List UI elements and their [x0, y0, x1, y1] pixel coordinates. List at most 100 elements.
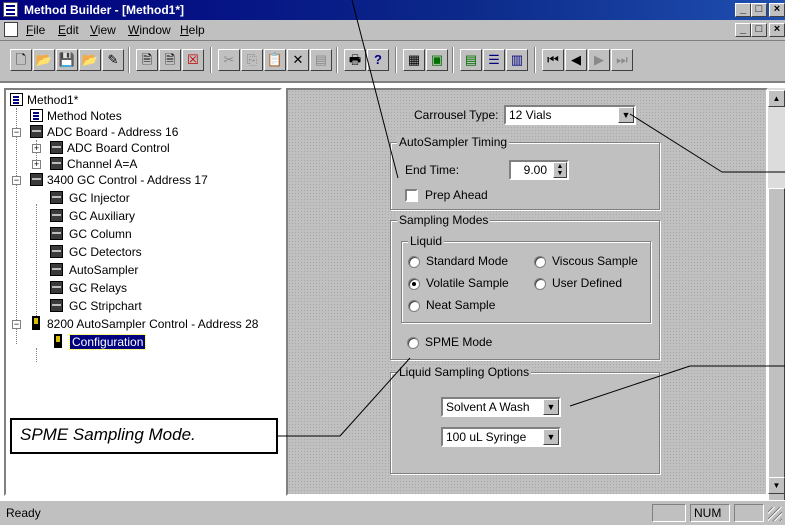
collapse-icon[interactable]: −	[12, 128, 21, 137]
doc-a-button[interactable]: 🗎	[136, 49, 158, 71]
minimize-icon: _	[739, 3, 747, 15]
scroll-up-button[interactable]: ▲	[768, 90, 785, 107]
open-button[interactable]: 📂	[33, 49, 55, 71]
tree-line	[16, 108, 17, 344]
solvent-wash-value: Solvent A Wash	[446, 400, 530, 414]
doc-minimize-button[interactable]: _	[735, 23, 751, 37]
layout-d-button[interactable]: ☰	[483, 49, 505, 71]
tree-item-label: Channel A=A	[67, 157, 138, 171]
method-icon	[10, 93, 23, 106]
doc-b-button[interactable]: 🗎	[159, 49, 181, 71]
doc-close-button[interactable]: ×	[769, 23, 785, 37]
tree-item-adc-board-control[interactable]: + ADC Board Control	[32, 140, 170, 156]
delete-doc-icon: ☒	[187, 52, 199, 67]
open-folder-button[interactable]: 📂	[79, 49, 101, 71]
tree-item-gc-detectors[interactable]: GC Detectors	[50, 244, 142, 260]
tree-item-label: GC Relays	[69, 281, 128, 295]
help-button[interactable]: ?	[367, 49, 389, 71]
doc-restore-icon: □	[755, 23, 763, 35]
app-icon[interactable]	[3, 2, 18, 17]
scroll-down-icon: ▼	[772, 481, 781, 490]
paste-button[interactable]: 📋	[264, 49, 286, 71]
tree-item-gc-column[interactable]: GC Column	[50, 226, 132, 242]
tree-item-gc-stripchart[interactable]: GC Stripchart	[50, 298, 142, 314]
scroll-thumb[interactable]	[768, 188, 785, 504]
expand-icon[interactable]: +	[32, 144, 41, 153]
next-icon: ▶	[594, 52, 604, 67]
resize-grip-icon[interactable]	[768, 507, 782, 521]
chevron-down-icon[interactable]: ▼	[543, 429, 559, 445]
collapse-icon[interactable]: −	[12, 320, 21, 329]
end-time-spinner[interactable]: ▲ ▼	[553, 162, 567, 178]
tree-item-gc-injector[interactable]: GC Injector	[50, 190, 130, 206]
collapse-icon[interactable]: −	[12, 176, 21, 185]
tree-item-gc-relays[interactable]: GC Relays	[50, 280, 127, 296]
doc-restore-button[interactable]: □	[751, 23, 767, 37]
device-icon	[50, 245, 63, 258]
cut-button[interactable]: ✂	[218, 49, 240, 71]
menu-view[interactable]: View	[90, 23, 116, 37]
tree-root-label: Method1*	[27, 93, 79, 107]
delete-button[interactable]: ✕	[287, 49, 309, 71]
neat-sample-radio[interactable]	[408, 300, 420, 312]
close-button[interactable]: ×	[769, 3, 785, 17]
document-icon[interactable]	[4, 22, 18, 37]
menu-edit[interactable]: Edit	[58, 23, 79, 37]
tree-root[interactable]: Method1*	[10, 92, 78, 108]
menu-help[interactable]: Help	[180, 23, 205, 37]
chevron-down-icon[interactable]: ▼	[543, 399, 559, 415]
tree-item-channel-a[interactable]: + Channel A=A	[32, 156, 137, 172]
tree-item-autosampler[interactable]: AutoSampler	[50, 262, 138, 278]
tree-item-configuration[interactable]: Configuration	[54, 334, 147, 350]
scroll-down-button[interactable]: ▼	[768, 477, 785, 494]
toolbar-separator	[128, 47, 130, 73]
standard-mode-radio[interactable]	[408, 256, 420, 268]
copy-button[interactable]: ⎘	[241, 49, 263, 71]
layout-b-button[interactable]: ▣	[426, 49, 448, 71]
viscous-sample-radio[interactable]	[534, 256, 546, 268]
volatile-sample-radio[interactable]	[408, 278, 420, 290]
tree-item-adc-board[interactable]: − ADC Board - Address 16	[12, 124, 178, 140]
wizard-button[interactable]: ✎	[102, 49, 124, 71]
prep-ahead-checkbox[interactable]	[405, 189, 418, 202]
syringe-select[interactable]: 100 uL Syringe ▼	[441, 427, 561, 447]
device-icon	[50, 299, 63, 312]
menu-help-mnemonic: H	[180, 23, 189, 37]
spin-down-icon: ▼	[556, 170, 564, 177]
minimize-button[interactable]: _	[735, 3, 751, 17]
last-record-button[interactable]: ⏭	[611, 49, 633, 71]
menu-file[interactable]: File	[26, 23, 45, 37]
tree-item-gc-control[interactable]: − 3400 GC Control - Address 17	[12, 172, 208, 188]
tree-item-method-notes[interactable]: Method Notes	[30, 108, 122, 124]
cut-icon: ✂	[223, 52, 235, 67]
delete-doc-button[interactable]: ☒	[182, 49, 204, 71]
spme-mode-radio[interactable]	[407, 337, 419, 349]
carrousel-type-select[interactable]: 12 Vials ▼	[504, 105, 636, 125]
solvent-wash-select[interactable]: Solvent A Wash ▼	[441, 397, 561, 417]
print-button[interactable]: 🖶	[344, 49, 366, 71]
maximize-button[interactable]: □	[751, 3, 767, 17]
layout-a-button[interactable]: ▦	[403, 49, 425, 71]
first-record-button[interactable]: ⏮	[542, 49, 564, 71]
status-panel	[734, 504, 764, 522]
user-defined-label: User Defined	[552, 276, 623, 290]
chevron-down-icon[interactable]: ▼	[618, 107, 634, 123]
save-button[interactable]: 💾	[56, 49, 78, 71]
new-button[interactable]: 🗋	[10, 49, 32, 71]
autosampler-timing-group: AutoSampler Timing End Time: 9.00 ▲ ▼ Pre…	[390, 135, 660, 210]
expand-icon[interactable]: +	[32, 160, 41, 169]
menu-window[interactable]: Window	[128, 23, 171, 37]
group-title: Liquid Sampling Options	[397, 365, 532, 379]
layout-e-button[interactable]: ▥	[506, 49, 528, 71]
tree-item-gc-auxiliary[interactable]: GC Auxiliary	[50, 208, 135, 224]
tree-item-8200-autosampler[interactable]: − 8200 AutoSampler Control - Address 28	[12, 316, 258, 332]
next-record-button[interactable]: ▶	[588, 49, 610, 71]
layout-c-button[interactable]: ▤	[460, 49, 482, 71]
vertical-scrollbar[interactable]: ▲ ▼	[768, 88, 785, 504]
doc-close-icon: ×	[773, 23, 781, 35]
prev-record-button[interactable]: ◀	[565, 49, 587, 71]
last-icon: ⏭	[616, 52, 628, 67]
user-defined-radio[interactable]	[534, 278, 546, 290]
layout-c-icon: ▤	[464, 52, 478, 67]
properties-button[interactable]: ▤	[310, 49, 332, 71]
